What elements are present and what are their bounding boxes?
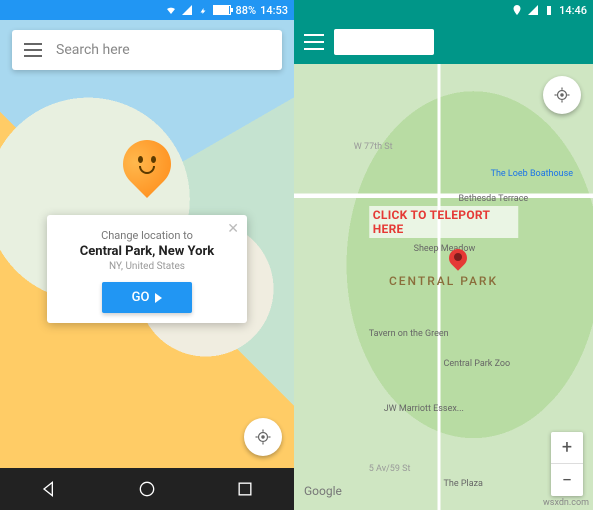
- poi-label: The Plaza: [444, 479, 483, 489]
- popup-title: Central Park, New York: [57, 244, 237, 259]
- screenshot-right: 14:46 W 77th St The Loeb Boathouse Bethe…: [294, 0, 593, 510]
- play-icon: [155, 293, 162, 303]
- poi-label: The Loeb Boathouse: [491, 169, 573, 179]
- location-icon: [511, 4, 523, 16]
- map-area-left[interactable]: Search here ✕ Change location to Central…: [0, 20, 294, 468]
- google-attribution: Google: [304, 484, 342, 498]
- popup-caption: Change location to: [57, 229, 237, 242]
- clock: 14:53: [260, 4, 288, 17]
- back-button[interactable]: [39, 479, 59, 499]
- poi-label: JW Marriott Essex...: [384, 404, 464, 414]
- statusbar-right: 14:46: [294, 0, 593, 20]
- zoom-controls: + −: [551, 432, 583, 496]
- android-navbar: Google: [0, 468, 294, 510]
- screenshot-left: 88% 14:53 Search here ✕ Change location …: [0, 0, 294, 510]
- my-location-button[interactable]: [543, 76, 581, 114]
- wifi-icon: [165, 4, 177, 16]
- search-placeholder: Search here: [56, 42, 130, 58]
- location-popup: ✕ Change location to Central Park, New Y…: [47, 215, 247, 323]
- battery-icon: [543, 4, 555, 16]
- close-icon[interactable]: ✕: [227, 221, 239, 237]
- toolbar-input[interactable]: [334, 29, 434, 55]
- clock: 14:46: [559, 4, 587, 17]
- zoom-out-button[interactable]: −: [551, 464, 583, 496]
- teleport-button[interactable]: CLICK TO TELEPORT HERE: [369, 206, 519, 238]
- signal-icon: [527, 4, 539, 16]
- recents-button[interactable]: [235, 479, 255, 499]
- statusbar-left: 88% 14:53: [0, 0, 294, 20]
- poi-label: W 77th St: [354, 142, 393, 152]
- popup-subtitle: NY, United States: [57, 261, 237, 272]
- poi-label: Tavern on the Green: [369, 329, 449, 339]
- map-area-right[interactable]: W 77th St The Loeb Boathouse Bethesda Te…: [294, 64, 593, 510]
- home-button[interactable]: [137, 479, 157, 499]
- park-label: CENTRAL PARK: [389, 274, 498, 288]
- app-toolbar: [294, 20, 593, 64]
- signal-icon: [181, 4, 193, 16]
- poi-label: 5 Av/59 St: [369, 464, 411, 474]
- battery-charging-icon: [197, 4, 209, 16]
- menu-icon[interactable]: [24, 43, 42, 57]
- watermark: wsxdn.com: [543, 498, 589, 508]
- battery-icon: [213, 5, 231, 15]
- crosshair-icon: [254, 428, 272, 446]
- menu-icon[interactable]: [304, 34, 324, 50]
- battery-percent: 88%: [235, 4, 256, 17]
- crosshair-icon: [553, 86, 571, 104]
- go-button[interactable]: GO: [102, 282, 193, 313]
- poi-label: Central Park Zoo: [444, 359, 511, 369]
- poi-label: Bethesda Terrace: [458, 194, 528, 204]
- my-location-button[interactable]: [244, 418, 282, 456]
- go-button-label: GO: [132, 290, 150, 305]
- location-pin[interactable]: [123, 140, 171, 200]
- zoom-in-button[interactable]: +: [551, 432, 583, 464]
- map-pin[interactable]: [449, 249, 467, 275]
- search-bar[interactable]: Search here: [12, 30, 282, 70]
